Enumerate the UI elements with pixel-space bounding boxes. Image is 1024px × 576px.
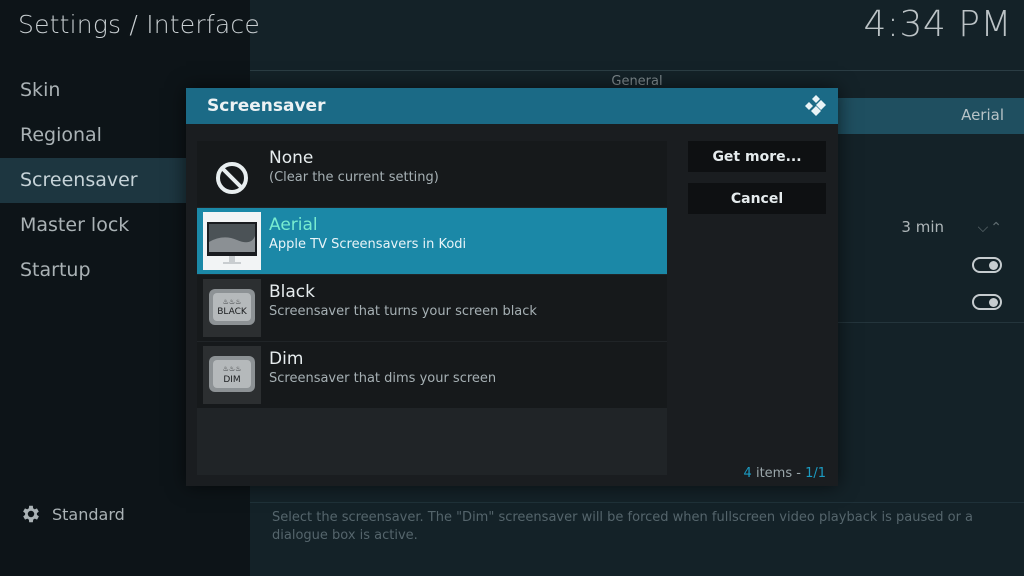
black-addon-thumbnail: BLACK ♨♨♨ [203, 279, 261, 337]
toggle-switch[interactable] [972, 257, 1002, 273]
item-name: Aerial [269, 215, 318, 235]
settings-level-label: Standard [52, 504, 125, 524]
item-name: None [269, 148, 314, 168]
page-indicator: 1/1 [805, 466, 826, 481]
thumbnail-text: DIM [223, 375, 240, 385]
dim-addon-thumbnail: DIM ♨♨♨ [203, 346, 261, 404]
divider [250, 70, 1024, 71]
spin-arrows-icon[interactable]: ⌵⌃ [978, 220, 1004, 236]
cancel-button[interactable]: Cancel [688, 183, 826, 214]
svg-text:♨♨♨: ♨♨♨ [223, 298, 242, 306]
item-name: Dim [269, 349, 304, 369]
thumbnail-text: BLACK [217, 307, 248, 317]
dialog-title: Screensaver [207, 96, 326, 116]
no-entry-icon [216, 162, 248, 194]
item-description: Screensaver that dims your screen [269, 371, 497, 386]
settings-level-button[interactable]: Standard [20, 503, 125, 525]
monitor-thumbnail [203, 212, 261, 270]
list-item-none[interactable]: None (Clear the current setting) [197, 141, 667, 207]
item-description: Screensaver that turns your screen black [269, 304, 537, 319]
divider [250, 502, 1024, 503]
addon-list: None (Clear the current setting) Aerial … [197, 141, 667, 475]
page-title: Settings / Interface [18, 10, 260, 39]
get-more-button[interactable]: Get more... [688, 141, 826, 172]
kodi-logo-icon [805, 95, 826, 116]
item-count-number: 4 [743, 466, 752, 481]
wait-time-value: 3 min [901, 218, 944, 236]
item-description: Apple TV Screensavers in Kodi [269, 237, 467, 252]
list-item-aerial[interactable]: Aerial Apple TV Screensavers in Kodi [197, 208, 667, 274]
list-item-black[interactable]: BLACK ♨♨♨ Black Screensaver that turns y… [197, 275, 667, 341]
item-count: 4 items - 1/1 [744, 466, 826, 481]
dialog-header: Screensaver [186, 88, 838, 124]
section-label: General [611, 74, 663, 89]
item-count-label: items - [755, 466, 801, 481]
toggle-switch[interactable] [972, 294, 1002, 310]
item-description: (Clear the current setting) [269, 170, 439, 185]
setting-description: Select the screensaver. The "Dim" screen… [272, 510, 974, 543]
gear-icon [23, 505, 39, 523]
screensaver-mode-value: Aerial [961, 106, 1004, 124]
clock: 4:34 PM [863, 4, 1012, 45]
screensaver-dialog: Screensaver None (Clear the current sett… [186, 88, 838, 486]
list-item-dim[interactable]: DIM ♨♨♨ Dim Screensaver that dims your s… [197, 342, 667, 408]
item-name: Black [269, 282, 315, 302]
svg-text:♨♨♨: ♨♨♨ [223, 365, 242, 373]
divider [838, 322, 1024, 323]
